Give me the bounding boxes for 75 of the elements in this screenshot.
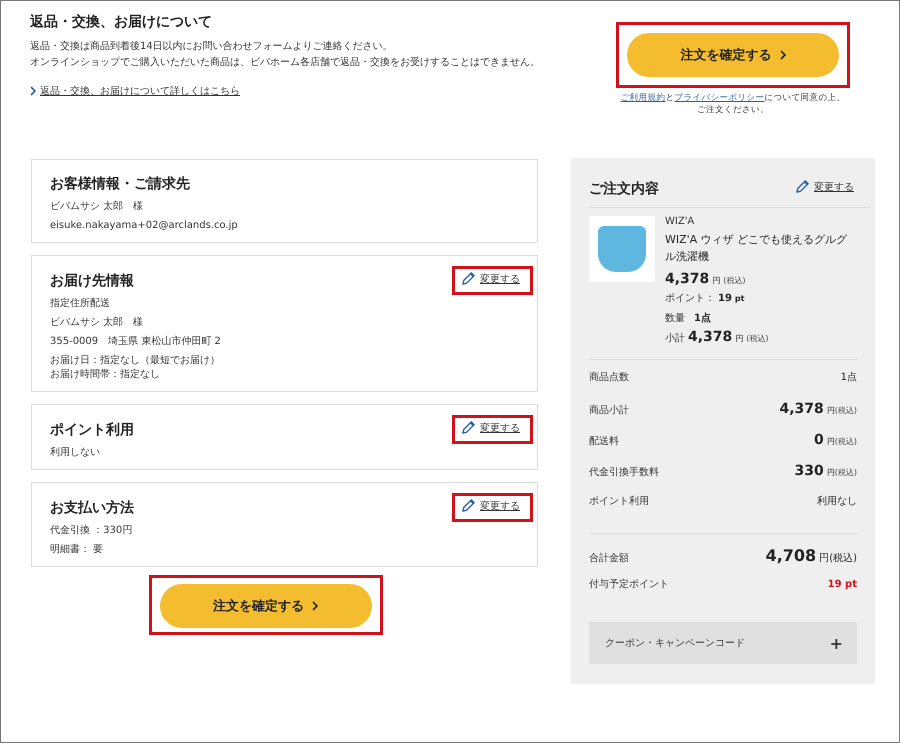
privacy-policy-link[interactable]: プライバシーポリシー (674, 93, 764, 103)
points-value: 19 pt (828, 579, 857, 590)
info-text: 代金引換 ：330円 (50, 524, 134, 538)
summary-label: ポイント利用 (589, 494, 649, 508)
pencil-icon (461, 498, 476, 513)
summary-price: 0 (814, 432, 824, 448)
points-unit: pt (734, 294, 744, 304)
plus-icon: + (830, 634, 843, 653)
chevron-right-icon (780, 50, 786, 60)
yen-text: 円 (735, 333, 744, 344)
info-text: 355-0009 埼玉県 東松山市仲田町 2 (50, 335, 222, 349)
summary-label: 代金引換手数料 (589, 466, 659, 480)
edit-link[interactable]: 変更する (461, 420, 520, 435)
notice-text: オンラインショップでご購入いただいた商品は、ビバホーム各店舗で返品・交換をお受けすることはできません。 (30, 56, 541, 69)
card-title: お客様情報・ご請求先 (50, 175, 190, 193)
yen-text: 円 (826, 468, 835, 478)
returns-info-link[interactable]: 返品・交換、お届けについて詳しくはこちら (30, 84, 240, 98)
summary-label: 配送料 (589, 434, 619, 448)
points-value: 19 (718, 293, 732, 304)
chevron-right-icon (30, 86, 36, 96)
edit-link[interactable]: 変更する (461, 271, 520, 286)
tax-text: (税込) (834, 468, 857, 478)
confirm-order-button[interactable]: 注文を確定する (627, 33, 839, 77)
quantity-value: 1点 (694, 312, 711, 326)
brand-text: WIZ'A (665, 216, 696, 227)
yen-text: 円 (826, 437, 835, 446)
edit-link[interactable]: 変更する (795, 179, 854, 194)
edit-link[interactable]: 変更する (461, 498, 520, 513)
tax-text: (税込) (723, 275, 746, 286)
pencil-icon (795, 179, 810, 194)
pencil-icon (461, 420, 476, 435)
summary-price: 4,708 (766, 546, 816, 566)
card-title: お支払い方法 (50, 498, 134, 516)
tax-text: (税込) (746, 333, 769, 344)
coupon-code-toggle[interactable]: クーポン・キャンペーンコード + (589, 622, 857, 664)
info-text: ビバムサシ 太郎 様 (50, 200, 144, 214)
subtotal-price: 4,378 (688, 329, 732, 346)
info-text: 明細書： 要 (50, 543, 104, 557)
panel-title: ご注文内容 (589, 180, 659, 198)
card-title: お届け先情報 (50, 272, 134, 290)
summary-label: 商品点数 (589, 370, 629, 384)
photo-placeholder (589, 216, 655, 282)
pencil-icon (461, 271, 476, 286)
yen-text: 円 (826, 406, 835, 416)
section-title: 返品・交換、お届けについて (30, 13, 213, 31)
tax-text: (税込) (834, 406, 857, 416)
info-text: 指定住所配送 (50, 297, 111, 311)
info-text: eisuke.nakayama+02@arclands.co.jp (50, 219, 239, 233)
terms-link[interactable]: ご利用規約 (620, 93, 666, 103)
summary-price: 4,378 (779, 401, 824, 418)
summary-label: 付与予定ポイント (589, 578, 669, 592)
chevron-right-icon (312, 601, 318, 611)
quantity-label: 数量 (665, 312, 685, 326)
subtotal-label: 小計 (665, 332, 685, 346)
card-title: ポイント利用 (50, 420, 134, 438)
coupon-label: クーポン・キャンペーンコード (605, 637, 745, 650)
product-name: WIZ'A ウィザ どこでも使えるグルグル洗濯機 (665, 232, 848, 266)
notice-text: 返品・交換は商品到着後14日以内にお問い合わせフォームよりご連絡ください。 (30, 40, 394, 53)
confirm-order-button[interactable]: 注文を確定する (160, 584, 372, 628)
summary-value: 1点 (840, 370, 857, 384)
info-text: お届け日：指定なし（最短でお届け） (50, 354, 221, 368)
price-text: 4,378 (665, 271, 710, 288)
yen-text: 円 (819, 553, 830, 564)
summary-price: 330 (794, 463, 824, 480)
info-text: お届け時間帯：指定なし (50, 368, 161, 382)
tax-text: (税込) (829, 553, 857, 564)
summary-value: 利用なし (817, 494, 857, 508)
info-text: 利用しない (50, 446, 101, 460)
summary-label: 合計金額 (589, 552, 629, 566)
terms-notice: ご利用規約 と プライバシーポリシーについて同意の上、 ご注文ください。 (620, 92, 846, 117)
summary-label: 商品小計 (589, 404, 629, 418)
points-label: ポイント： (665, 292, 715, 306)
tax-text: (税込) (834, 437, 857, 446)
yen-text: 円 (712, 275, 720, 286)
info-text: ビバムサシ 太郎 様 (50, 316, 144, 330)
